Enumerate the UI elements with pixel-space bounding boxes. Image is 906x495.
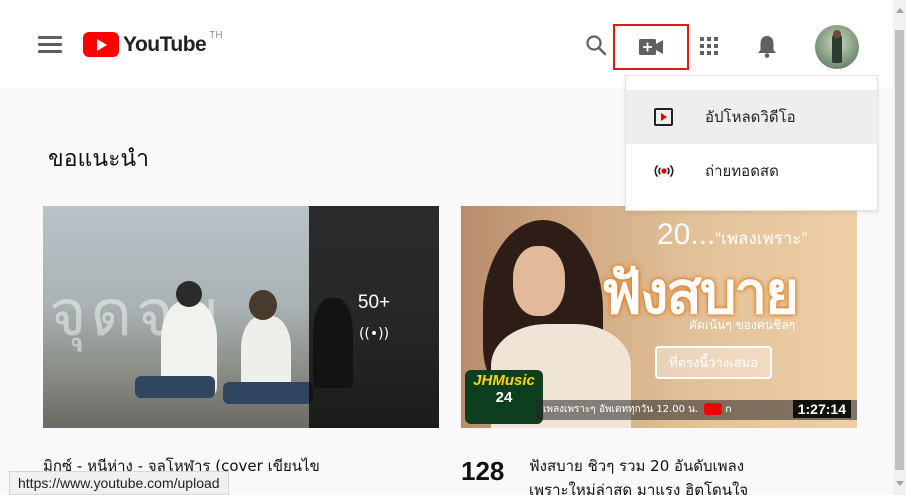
create-video-button[interactable] (613, 24, 689, 70)
thumbnail-subtitle: คัดเน้นๆ ของคนชิลๆ (689, 318, 796, 332)
menu-item-upload-video[interactable]: อัปโหลดวิดีโอ (626, 90, 877, 144)
thumbnail-face (513, 246, 565, 316)
youtube-play-icon (83, 32, 119, 57)
link-status-bar: https://www.youtube.com/upload (9, 471, 229, 495)
search-icon (586, 35, 607, 56)
logo-region: TH (209, 30, 223, 41)
video-thumbnail-2[interactable]: 20...“เพลงเพราะ” ฟังสบาย คัดเน้นๆ ของคนช… (461, 206, 857, 428)
upload-play-icon (652, 105, 676, 129)
menu-item-label: ถ่ายทอดสด (705, 162, 779, 180)
avatar-head (833, 30, 841, 38)
create-menu-dropdown: อัปโหลดวิดีโอ ถ่ายทอดสด (625, 75, 878, 211)
thumbnail-person-head (249, 290, 277, 320)
thumbnail-detail (223, 382, 313, 404)
channel-avatar-badge[interactable]: 128 (461, 456, 504, 487)
vertical-scrollbar[interactable] (893, 0, 906, 495)
scroll-up-arrow-icon[interactable] (896, 8, 904, 13)
youtube-mini-icon (704, 403, 723, 415)
channel-logo: JHMusic 24 (465, 370, 543, 424)
apps-button[interactable] (697, 34, 721, 58)
scroll-thumb[interactable] (895, 30, 904, 470)
channel-logo-text: JHMusic (473, 372, 535, 389)
thumbnail-person-head (176, 281, 202, 307)
mix-playlist-overlay: 50+ ((•)) (309, 206, 439, 428)
menu-icon[interactable] (38, 36, 62, 54)
menu-item-go-live[interactable]: ถ่ายทอดสด (626, 144, 877, 198)
thumbnail-bar-text: เพลงเพราะๆ อัพเดททุกวัน 12.00 น. (543, 404, 699, 415)
video-duration: 1:27:14 (792, 400, 851, 418)
search-button[interactable] (583, 32, 609, 58)
youtube-logo[interactable]: YouTube TH (83, 30, 223, 57)
thumbnail-bar-suffix: n (725, 404, 732, 415)
video-title-2[interactable]: ฟังสบาย ชิวๆ รวม 20 อันดับเพลง (529, 454, 744, 478)
section-title: ขอแนะนำ (48, 146, 150, 172)
live-radio-icon: ((•)) (358, 326, 390, 342)
video-thumbnail-1[interactable]: จุดจบ 50+ ((•)) (43, 206, 439, 428)
video-title-2-line2[interactable]: เพราะใหม่ล่าสุด มาแรง ฮิตโดนใจ (529, 478, 748, 495)
scroll-down-arrow-icon[interactable] (896, 481, 904, 486)
menu-item-label: อัปโหลดวิดีโอ (705, 108, 796, 126)
logo-text: YouTube (123, 32, 207, 56)
channel-logo-number: 24 (495, 389, 513, 406)
thumbnail-detail (135, 376, 215, 398)
live-broadcast-icon (652, 159, 676, 183)
notifications-button[interactable] (755, 33, 779, 59)
apps-grid-icon (700, 37, 718, 55)
thumbnail-pill: ที่ตรงนี้ว่างเสมอ (655, 346, 772, 379)
avatar[interactable] (815, 25, 859, 69)
playlist-count: 50+ (357, 292, 391, 313)
video-camera-plus-icon (639, 39, 663, 55)
bell-icon (758, 36, 776, 58)
